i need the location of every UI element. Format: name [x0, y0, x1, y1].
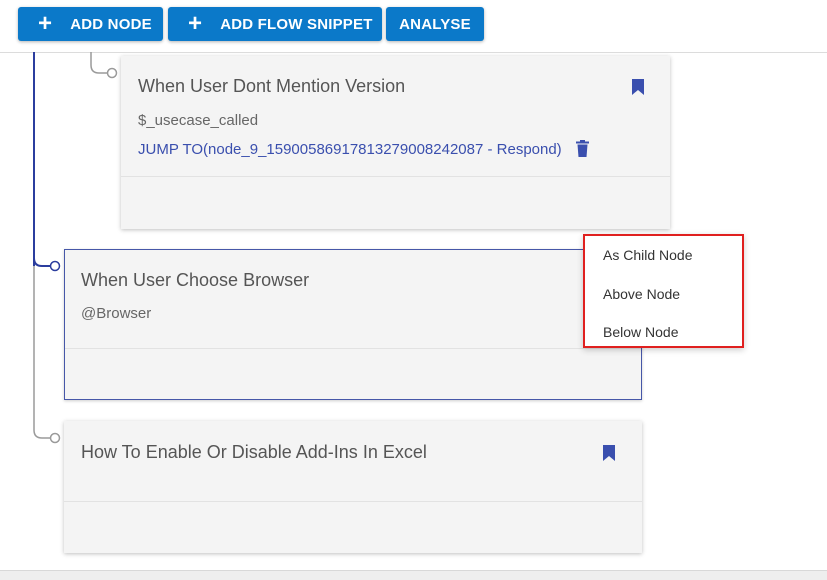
bookmark-icon[interactable]: [602, 444, 616, 462]
node-condition: $_usecase_called: [138, 112, 259, 129]
node-card[interactable]: How To Enable Or Disable Add-Ins In Exce…: [64, 421, 642, 553]
card-divider: [65, 348, 641, 349]
node-2-connector-dot: [49, 260, 61, 272]
node-condition: @Browser: [81, 305, 152, 322]
tree-branch-node-2: [33, 257, 50, 267]
jump-to-link[interactable]: JUMP TO(node_9_1590058691781327900824208…: [138, 141, 562, 158]
bookmark-icon[interactable]: [631, 78, 645, 96]
node-title: How To Enable Or Disable Add-Ins In Exce…: [81, 442, 427, 462]
tree-branch-node-1: [90, 52, 107, 74]
tree-branch-node-3: [33, 429, 50, 439]
add-node-context-menu: As Child Node Above Node Below Node: [583, 234, 744, 348]
node-card[interactable]: When User Dont Mention Version $_usecase…: [121, 56, 670, 229]
trash-icon[interactable]: [576, 140, 589, 157]
menu-item-as-child-node[interactable]: As Child Node: [603, 247, 693, 263]
node-3-connector-dot: [49, 432, 61, 444]
menu-item-above-node[interactable]: Above Node: [603, 286, 680, 302]
card-divider: [121, 176, 670, 177]
node-title: When User Dont Mention Version: [138, 76, 406, 96]
node-title: When User Choose Browser: [81, 270, 310, 290]
menu-item-below-node[interactable]: Below Node: [603, 324, 679, 340]
node-1-connector-dot: [106, 67, 118, 79]
node-card-selected[interactable]: When User Choose Browser @Browser: [64, 249, 642, 400]
card-divider: [64, 501, 642, 502]
